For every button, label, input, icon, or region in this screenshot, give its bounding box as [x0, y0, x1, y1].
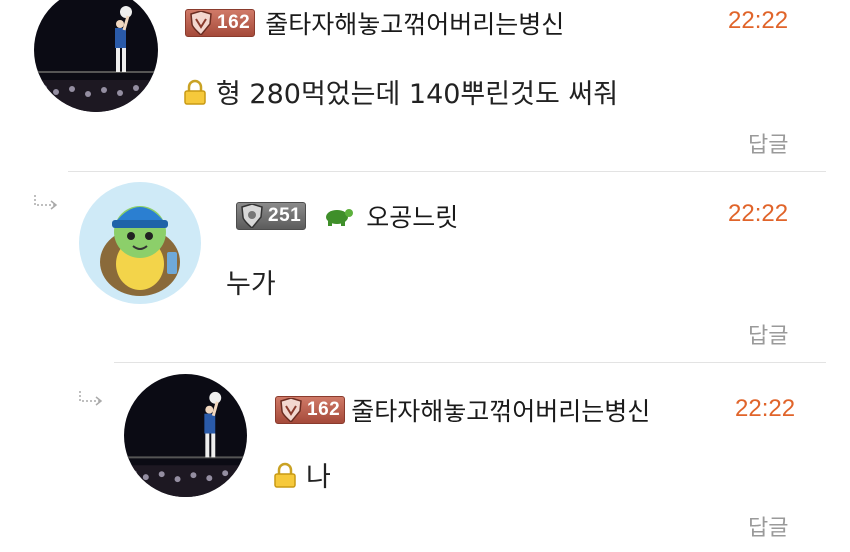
comment-text: 나 [306, 462, 331, 493]
reply-button[interactable]: 답글 [748, 127, 788, 159]
comment-text: 누가 [226, 269, 276, 300]
level-number: 162 [217, 12, 251, 33]
nickname[interactable]: 줄타자해놓고꺾어버리는병신 [351, 392, 650, 428]
comment-header: 162 줄타자해놓고꺾어버리는병신 [185, 5, 564, 41]
avatar-image [34, 0, 158, 112]
nickname[interactable]: 오공느릿 [366, 198, 458, 234]
avatar-image [124, 374, 247, 497]
comment-header: 251 오공느릿 [236, 198, 458, 234]
level-badge: 251 [236, 202, 307, 230]
comment-header: 162 줄타자해놓고꺾어버리는병신 [275, 392, 650, 428]
avatar[interactable] [79, 182, 201, 304]
lock-icon [184, 79, 206, 105]
reply-button[interactable]: 답글 [748, 510, 788, 542]
comment-body: 형 280먹었는데 140뿌린것도 써줘 [182, 72, 618, 111]
level-shield-icon [241, 204, 263, 228]
level-badge: 162 [275, 396, 346, 424]
comment-item: 251 오공느릿 22:22 누가 답글 [0, 172, 850, 362]
comment-time: 22:22 [728, 200, 789, 227]
comment-body: 나 [272, 455, 331, 494]
turtle-icon [326, 209, 354, 226]
comment-time: 22:22 [728, 7, 789, 34]
comment-item: 162 줄타자해놓고꺾어버리는병신 22:22 형 280먹었는데 140뿌린것… [0, 0, 850, 170]
avatar[interactable] [34, 0, 158, 112]
avatar[interactable] [124, 374, 247, 497]
nickname[interactable]: 줄타자해놓고꺾어버리는병신 [265, 5, 564, 41]
level-number: 251 [268, 205, 302, 226]
level-number: 162 [307, 399, 341, 420]
level-badge: 162 [185, 9, 256, 37]
comment-time: 22:22 [735, 395, 796, 422]
avatar-image [79, 182, 201, 304]
level-shield-icon [190, 11, 212, 35]
comment-body: 누가 [226, 262, 276, 301]
comment-text: 형 280먹었는데 140뿌린것도 써줘 [216, 79, 619, 110]
reply-button[interactable]: 답글 [748, 318, 788, 350]
lock-icon [274, 462, 296, 488]
comment-item: 162 줄타자해놓고꺾어버리는병신 22:22 나 답글 [0, 363, 850, 552]
level-shield-icon [280, 398, 302, 422]
